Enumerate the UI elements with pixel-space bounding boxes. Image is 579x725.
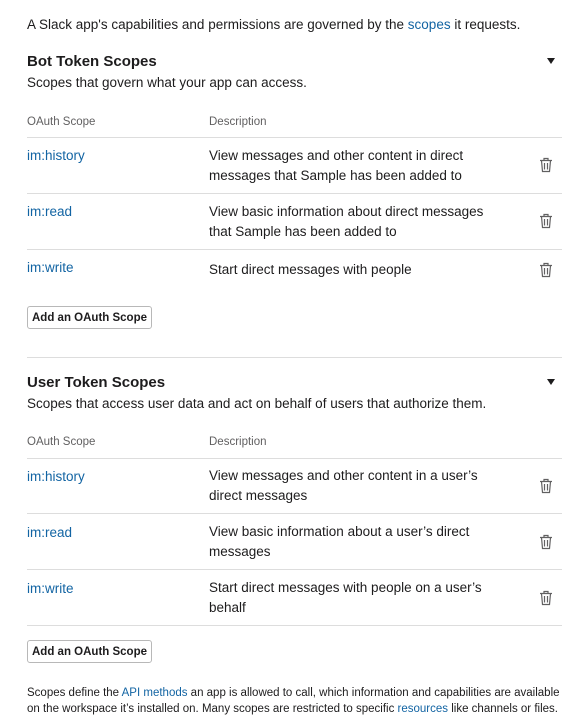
header-divider bbox=[27, 137, 562, 138]
bot-scopes-subtitle: Scopes that govern what your app can acc… bbox=[27, 75, 307, 90]
description-column-header: Description bbox=[209, 436, 267, 448]
caret-down-icon[interactable] bbox=[547, 379, 555, 385]
user-scopes-title: User Token Scopes bbox=[27, 374, 166, 391]
add-user-oauth-scope-button[interactable]: Add an OAuth Scope bbox=[27, 640, 152, 663]
trash-icon[interactable] bbox=[539, 590, 553, 606]
user-scopes-subtitle: Scopes that access user data and act on … bbox=[27, 396, 487, 411]
trash-icon[interactable] bbox=[539, 262, 553, 278]
scope-description: View messages and other content in a use… bbox=[209, 468, 478, 503]
scope-description: Start direct messages with people bbox=[209, 262, 412, 277]
scope-description: View basic information about direct mess… bbox=[209, 204, 484, 239]
header-divider bbox=[27, 458, 562, 459]
oauth-scope-column-header: OAuth Scope bbox=[27, 116, 96, 128]
scope-description: View basic information about a user’s di… bbox=[209, 524, 470, 559]
scope-link-im-read[interactable]: im:read bbox=[27, 525, 72, 540]
trash-icon[interactable] bbox=[539, 213, 553, 229]
description-column-header: Description bbox=[209, 116, 267, 128]
scope-link-im-history[interactable]: im:history bbox=[27, 148, 85, 163]
scope-link-im-write[interactable]: im:write bbox=[27, 260, 74, 275]
add-bot-oauth-scope-button[interactable]: Add an OAuth Scope bbox=[27, 306, 152, 329]
trash-icon[interactable] bbox=[539, 478, 553, 494]
oauth-scope-column-header: OAuth Scope bbox=[27, 436, 96, 448]
oauth-scopes-panel: A Slack app's capabilities and permissio… bbox=[0, 0, 579, 725]
section-divider bbox=[27, 357, 562, 358]
scope-description: View messages and other content in direc… bbox=[209, 148, 464, 183]
resources-link[interactable]: resources bbox=[398, 703, 449, 715]
scope-link-im-history[interactable]: im:history bbox=[27, 469, 85, 484]
scope-link-im-write[interactable]: im:write bbox=[27, 581, 74, 596]
scopes-footer-text: Scopes define the API methods an app is … bbox=[27, 687, 560, 715]
bot-scopes-title: Bot Token Scopes bbox=[27, 53, 157, 70]
api-methods-link[interactable]: API methods bbox=[122, 687, 188, 699]
trash-icon[interactable] bbox=[539, 157, 553, 173]
row-divider bbox=[27, 249, 562, 250]
intro-text: A Slack app's capabilities and permissio… bbox=[27, 17, 521, 32]
scope-description: Start direct messages with people on a u… bbox=[209, 580, 482, 615]
caret-down-icon[interactable] bbox=[547, 58, 555, 64]
trash-icon[interactable] bbox=[539, 534, 553, 550]
row-divider bbox=[27, 569, 562, 570]
scopes-link[interactable]: scopes bbox=[408, 17, 451, 32]
row-divider bbox=[27, 625, 562, 626]
row-divider bbox=[27, 193, 562, 194]
row-divider bbox=[27, 513, 562, 514]
scope-link-im-read[interactable]: im:read bbox=[27, 204, 72, 219]
